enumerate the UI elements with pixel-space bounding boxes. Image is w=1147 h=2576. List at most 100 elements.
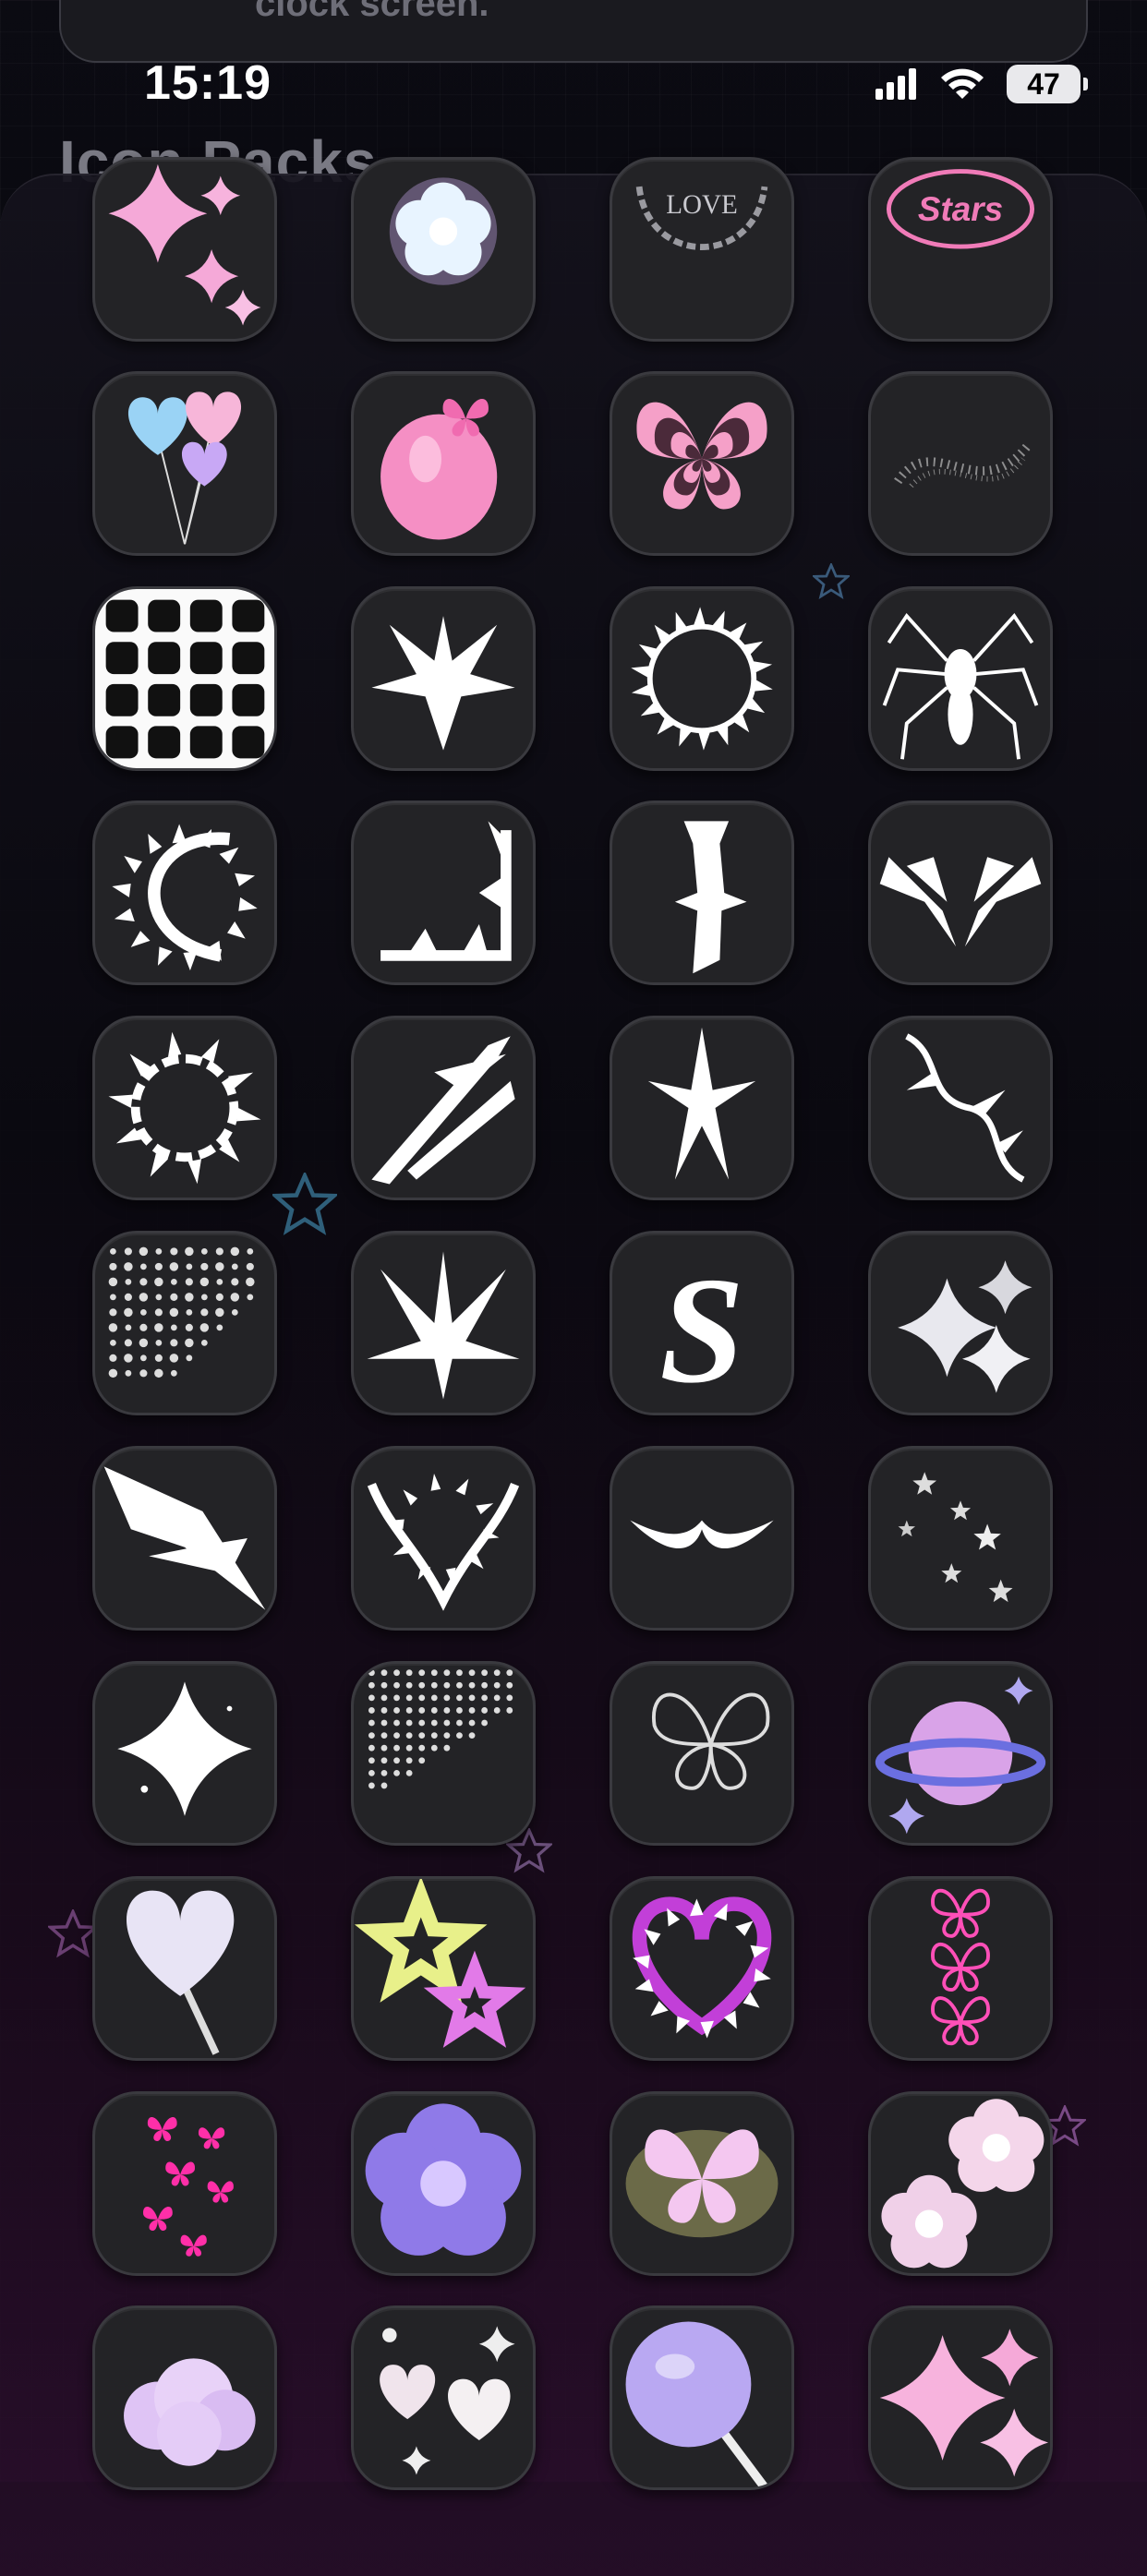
glitter-drip-icon[interactable] bbox=[351, 1661, 536, 1846]
tribal-circle-icon-artwork bbox=[108, 1031, 261, 1185]
stars-logo-icon-artwork: Stars bbox=[886, 169, 1035, 249]
chain-heart-love-icon-artwork: LOVE bbox=[635, 186, 768, 250]
app-grid-icon[interactable] bbox=[92, 586, 277, 771]
neon-butterflies-icon-artwork bbox=[931, 1888, 990, 2046]
pink-butterflies-icon[interactable] bbox=[92, 2091, 277, 2276]
glitter-swirl-icon-artwork bbox=[894, 442, 1032, 488]
purple-planet-icon-artwork bbox=[875, 1676, 1046, 1835]
halftone-star-icon[interactable] bbox=[92, 1231, 277, 1415]
tribal-claw-icon-artwork bbox=[371, 1036, 515, 1185]
pink-strawberry-icon-artwork bbox=[380, 398, 498, 540]
tribal-blade-icon[interactable] bbox=[92, 1446, 277, 1631]
tribal-claw-icon[interactable] bbox=[351, 1016, 536, 1200]
heart-balloons-icon[interactable] bbox=[92, 371, 277, 556]
thorn-corner-icon-artwork bbox=[380, 821, 512, 961]
glowing-butterfly-icon-artwork bbox=[625, 2129, 779, 2238]
tribal-spikes-icon[interactable] bbox=[351, 1231, 536, 1415]
tribal-flame-icon-artwork bbox=[647, 1027, 756, 1180]
tribal-heart-icon[interactable] bbox=[351, 586, 536, 771]
pink-sparkles-icon[interactable] bbox=[92, 157, 277, 342]
xray-butterfly-icon[interactable] bbox=[610, 1661, 794, 1846]
cellular-signal-icon bbox=[875, 68, 916, 100]
notification-banner[interactable]: clock screen. bbox=[59, 0, 1088, 63]
tribal-mustache-icon-artwork bbox=[630, 1520, 774, 1549]
lollipop-icon-artwork bbox=[625, 2321, 768, 2487]
app-grid-icon-artwork bbox=[95, 589, 274, 768]
halftone-star-icon-artwork bbox=[108, 1246, 255, 1378]
neon-butterfly-icon[interactable] bbox=[610, 371, 794, 556]
thorn-corner-icon[interactable] bbox=[351, 800, 536, 985]
spider-icon[interactable] bbox=[868, 586, 1053, 771]
pink-stars-icon-artwork bbox=[879, 2329, 1049, 2477]
glowing-flower-icon-artwork bbox=[389, 177, 498, 285]
neon-butterflies-icon[interactable] bbox=[868, 1876, 1053, 2061]
falling-stars-icon[interactable] bbox=[868, 1446, 1053, 1631]
stars-logo-icon[interactable]: Stars bbox=[868, 157, 1053, 342]
tribal-wings-icon[interactable] bbox=[868, 800, 1053, 985]
pink-stars-icon[interactable] bbox=[868, 2305, 1053, 2490]
neon-stars-icon-artwork bbox=[354, 1879, 526, 2048]
tribal-mustache-icon[interactable] bbox=[610, 1446, 794, 1631]
heart-lollipop-icon[interactable] bbox=[92, 1876, 277, 2061]
sparkle-cross-icon[interactable] bbox=[92, 1661, 277, 1846]
glowing-flower-icon[interactable] bbox=[351, 157, 536, 342]
gothic-letter-e-icon-artwork bbox=[674, 821, 747, 974]
battery-level: 47 bbox=[1027, 66, 1060, 101]
tribal-horns-icon[interactable] bbox=[351, 1446, 536, 1631]
graffiti-s-icon[interactable]: S bbox=[610, 1231, 794, 1415]
thorn-vine-icon[interactable] bbox=[868, 1016, 1053, 1200]
heart-balloons-icon-artwork bbox=[128, 391, 242, 545]
pastel-hearts-icon[interactable] bbox=[351, 2305, 536, 2490]
pink-sparkles-icon-artwork bbox=[108, 163, 261, 326]
tribal-blade-icon-artwork bbox=[103, 1466, 266, 1610]
wifi-icon bbox=[941, 68, 984, 99]
silver-sparkles-icon[interactable] bbox=[868, 1231, 1053, 1415]
glitter-swirl-icon[interactable] bbox=[868, 371, 1053, 556]
chrome-flower-icon-artwork bbox=[365, 2103, 522, 2256]
lollipop-icon[interactable] bbox=[610, 2305, 794, 2490]
thorn-crescent-icon[interactable] bbox=[92, 800, 277, 985]
pastel-cloud-icon-artwork bbox=[124, 2358, 256, 2466]
xray-butterfly-icon-artwork bbox=[652, 1692, 770, 1790]
tribal-circle-icon[interactable] bbox=[92, 1016, 277, 1200]
pink-butterflies-icon-artwork bbox=[143, 2116, 234, 2257]
pastel-flowers-icon[interactable] bbox=[868, 2091, 1053, 2276]
sparkle-cross-icon-artwork bbox=[117, 1681, 252, 1816]
neon-stars-icon[interactable] bbox=[351, 1876, 536, 2061]
purple-flame-heart-icon[interactable] bbox=[610, 1876, 794, 2061]
heart-lollipop-icon-artwork bbox=[126, 1890, 235, 2055]
banner-text: clock screen. bbox=[255, 0, 489, 24]
silver-sparkles-icon-artwork bbox=[898, 1260, 1032, 1393]
pastel-flowers-icon-artwork bbox=[881, 2099, 1044, 2269]
tribal-wings-icon-artwork bbox=[879, 857, 1042, 947]
svg-text:Stars: Stars bbox=[918, 190, 1003, 228]
graffiti-s-icon-artwork: S bbox=[659, 1246, 744, 1413]
thorn-ring-icon[interactable] bbox=[610, 586, 794, 771]
pink-strawberry-icon[interactable] bbox=[351, 371, 536, 556]
thorn-vine-icon-artwork bbox=[905, 1033, 1025, 1183]
background-star-icon bbox=[48, 1909, 98, 1958]
pastel-cloud-icon[interactable] bbox=[92, 2305, 277, 2490]
svg-text:S: S bbox=[659, 1246, 744, 1413]
tribal-flame-icon[interactable] bbox=[610, 1016, 794, 1200]
purple-planet-icon[interactable] bbox=[868, 1661, 1053, 1846]
glowing-butterfly-icon[interactable] bbox=[610, 2091, 794, 2276]
status-time: 15:19 bbox=[144, 56, 272, 110]
purple-flame-heart-icon-artwork bbox=[632, 1896, 772, 2039]
thorn-ring-icon-artwork bbox=[631, 607, 773, 751]
gothic-letter-e-icon[interactable] bbox=[610, 800, 794, 985]
tribal-heart-icon-artwork bbox=[371, 616, 515, 751]
thorn-crescent-icon-artwork bbox=[112, 824, 258, 971]
pastel-hearts-icon-artwork bbox=[380, 2326, 515, 2475]
falling-stars-icon-artwork bbox=[898, 1472, 1013, 1603]
glitter-drip-icon-artwork bbox=[368, 1669, 513, 1789]
neon-butterfly-icon-artwork bbox=[636, 402, 767, 510]
status-indicators: 47 bbox=[875, 61, 1088, 107]
chain-heart-love-icon[interactable]: LOVE bbox=[610, 157, 794, 342]
chrome-flower-icon[interactable] bbox=[351, 2091, 536, 2276]
svg-text:LOVE: LOVE bbox=[666, 190, 738, 220]
spider-icon-artwork bbox=[882, 612, 1039, 760]
tribal-horns-icon-artwork bbox=[367, 1474, 520, 1611]
tribal-spikes-icon-artwork bbox=[367, 1251, 520, 1400]
battery-icon: 47 bbox=[1007, 65, 1088, 103]
